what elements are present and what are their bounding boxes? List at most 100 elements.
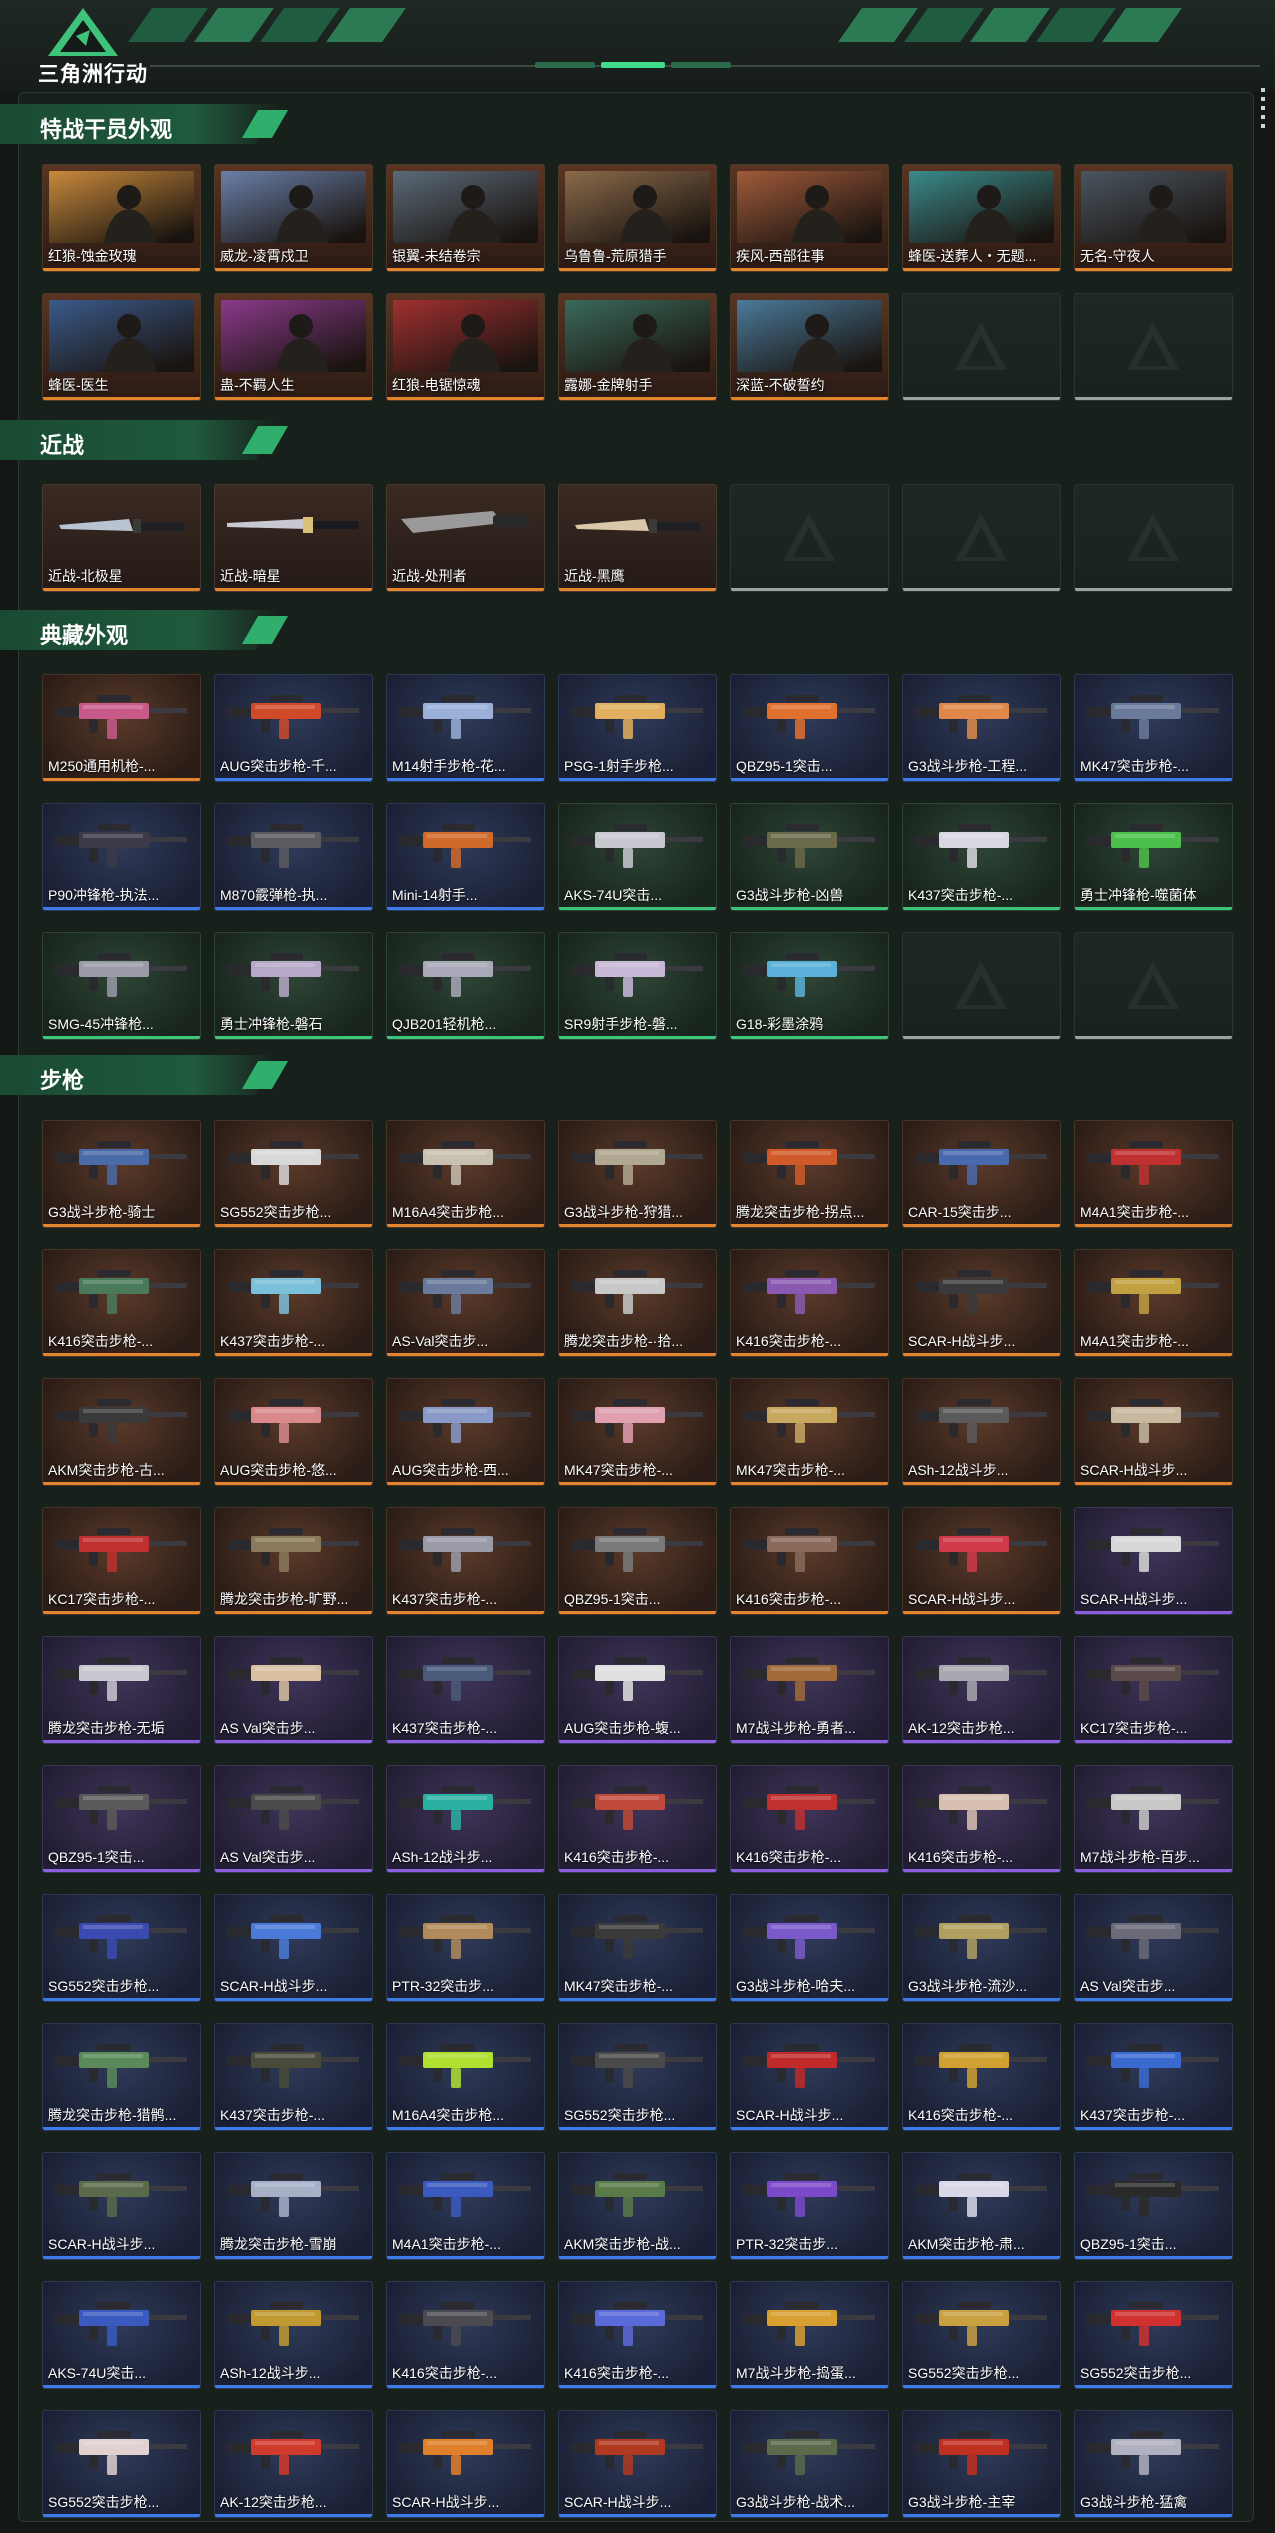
item-card[interactable]: ASh-12战斗步...	[214, 2281, 373, 2389]
item-card[interactable]: AK-12突击步枪...	[214, 2410, 373, 2518]
item-card[interactable]: SG552突击步枪...	[214, 1120, 373, 1228]
item-card[interactable]: MK47突击步枪-...	[1074, 674, 1233, 782]
item-card[interactable]: K437突击步枪-...	[1074, 2023, 1233, 2131]
item-card[interactable]: SG552突击步枪...	[1074, 2281, 1233, 2389]
item-card[interactable]: G18-彩墨涂鸦	[730, 932, 889, 1040]
item-card[interactable]: PTR-32突击步...	[730, 2152, 889, 2260]
item-card[interactable]: G3战斗步枪-骑士	[42, 1120, 201, 1228]
item-card[interactable]: SCAR-H战斗步...	[42, 2152, 201, 2260]
item-card[interactable]: AKM突击步枪-战...	[558, 2152, 717, 2260]
item-card[interactable]: AUG突击步枪-西...	[386, 1378, 545, 1486]
item-card[interactable]: K416突击步枪-...	[902, 1765, 1061, 1873]
item-card[interactable]: K416突击步枪-...	[558, 2281, 717, 2389]
item-card[interactable]: M870霰弹枪-执...	[214, 803, 373, 911]
item-card[interactable]: 近战-处刑者	[386, 484, 545, 592]
item-card[interactable]: AS Val突击步...	[214, 1636, 373, 1744]
item-card[interactable]: SCAR-H战斗步...	[902, 1507, 1061, 1615]
item-card[interactable]: MK47突击步枪-...	[558, 1378, 717, 1486]
item-card[interactable]: K416突击步枪-...	[42, 1249, 201, 1357]
page-indicator[interactable]	[535, 62, 731, 68]
item-card[interactable]: SCAR-H战斗步...	[386, 2410, 545, 2518]
item-card[interactable]: MK47突击步枪-...	[558, 1894, 717, 2002]
item-card[interactable]: MK47突击步枪-...	[730, 1378, 889, 1486]
item-card[interactable]: AKS-74U突击...	[558, 803, 717, 911]
item-card[interactable]: M14射手步枪-花...	[386, 674, 545, 782]
item-card[interactable]: SMG-45冲锋枪...	[42, 932, 201, 1040]
item-card[interactable]: P90冲锋枪-执法...	[42, 803, 201, 911]
item-card[interactable]: K437突击步枪-...	[902, 803, 1061, 911]
item-card[interactable]: SCAR-H战斗步...	[214, 1894, 373, 2002]
item-card[interactable]: AS Val突击步...	[1074, 1894, 1233, 2002]
item-card[interactable]: AS-Val突击步...	[386, 1249, 545, 1357]
item-card[interactable]: SG552突击步枪...	[902, 2281, 1061, 2389]
item-card[interactable]: 红狼-蚀金玫瑰	[42, 164, 201, 272]
item-card[interactable]: QBZ95-1突击...	[730, 674, 889, 782]
item-card[interactable]: PSG-1射手步枪...	[558, 674, 717, 782]
item-card[interactable]: CAR-15突击步...	[902, 1120, 1061, 1228]
item-card[interactable]: AUG突击步枪-千...	[214, 674, 373, 782]
item-card[interactable]: K416突击步枪-...	[730, 1507, 889, 1615]
item-card[interactable]: SCAR-H战斗步...	[1074, 1378, 1233, 1486]
item-card[interactable]: SG552突击步枪...	[42, 2410, 201, 2518]
item-card[interactable]: AKM突击步枪-肃...	[902, 2152, 1061, 2260]
item-card[interactable]: K437突击步枪-...	[214, 2023, 373, 2131]
item-card[interactable]: 腾龙突击步枪-旷野...	[214, 1507, 373, 1615]
item-card[interactable]: 露娜-金牌射手	[558, 293, 717, 401]
item-card[interactable]: KC17突击步枪-...	[1074, 1636, 1233, 1744]
item-card[interactable]: 腾龙突击步枪-雪崩	[214, 2152, 373, 2260]
item-card[interactable]: G3战斗步枪-主宰	[902, 2410, 1061, 2518]
item-card[interactable]: 近战-黑鹰	[558, 484, 717, 592]
item-card[interactable]: SCAR-H战斗步...	[1074, 1507, 1233, 1615]
item-card[interactable]: 近战-暗星	[214, 484, 373, 592]
item-card[interactable]: QJB201轻机枪...	[386, 932, 545, 1040]
item-card[interactable]: M4A1突击步枪-...	[1074, 1249, 1233, 1357]
item-card[interactable]: M7战斗步枪-百步...	[1074, 1765, 1233, 1873]
item-card[interactable]: K416突击步枪-...	[386, 2281, 545, 2389]
item-card[interactable]: K416突击步枪-...	[902, 2023, 1061, 2131]
item-card[interactable]: 乌鲁鲁-荒原猎手	[558, 164, 717, 272]
item-card[interactable]: 腾龙突击步枪-猎鹘...	[42, 2023, 201, 2131]
item-card[interactable]: AK-12突击步枪...	[902, 1636, 1061, 1744]
item-card[interactable]: G3战斗步枪-工程...	[902, 674, 1061, 782]
item-card[interactable]: SR9射手步枪-磐...	[558, 932, 717, 1040]
item-card[interactable]: M7战斗步枪-捣蛋...	[730, 2281, 889, 2389]
item-card[interactable]: SCAR-H战斗步...	[558, 2410, 717, 2518]
item-card[interactable]: ASh-12战斗步...	[902, 1378, 1061, 1486]
item-card[interactable]: G3战斗步枪-猛禽	[1074, 2410, 1233, 2518]
item-card[interactable]: M4A1突击步枪-...	[1074, 1120, 1233, 1228]
item-card[interactable]: G3战斗步枪-战术...	[730, 2410, 889, 2518]
item-card[interactable]: K437突击步枪-...	[386, 1636, 545, 1744]
item-card[interactable]: 威龙-凌霄戍卫	[214, 164, 373, 272]
item-card[interactable]: K416突击步枪-...	[730, 1765, 889, 1873]
item-card[interactable]: AS Val突击步...	[214, 1765, 373, 1873]
item-card[interactable]: QBZ95-1突击...	[558, 1507, 717, 1615]
item-card[interactable]: SG552突击步枪...	[558, 2023, 717, 2131]
item-card[interactable]: QBZ95-1突击...	[42, 1765, 201, 1873]
item-card[interactable]: SCAR-H战斗步...	[730, 2023, 889, 2131]
item-card[interactable]: K416突击步枪-...	[730, 1249, 889, 1357]
item-card[interactable]: 腾龙突击步枪-·拾...	[558, 1249, 717, 1357]
item-card[interactable]: 勇士冲锋枪-噬菌体	[1074, 803, 1233, 911]
item-card[interactable]: M16A4突击步枪...	[386, 2023, 545, 2131]
item-card[interactable]: M4A1突击步枪-...	[386, 2152, 545, 2260]
item-card[interactable]: G3战斗步枪-凶兽	[730, 803, 889, 911]
item-card[interactable]: K416突击步枪-...	[558, 1765, 717, 1873]
item-card[interactable]: 蜂医-医生	[42, 293, 201, 401]
item-card[interactable]: G3战斗步枪-狩猎...	[558, 1120, 717, 1228]
item-card[interactable]: AUG突击步枪-悠...	[214, 1378, 373, 1486]
item-card[interactable]: K437突击步枪-...	[214, 1249, 373, 1357]
item-card[interactable]: Mini-14射手...	[386, 803, 545, 911]
item-card[interactable]: 深蓝-不破誓约	[730, 293, 889, 401]
item-card[interactable]: K437突击步枪-...	[386, 1507, 545, 1615]
item-card[interactable]: M7战斗步枪-勇者...	[730, 1636, 889, 1744]
item-card[interactable]: 腾龙突击步枪-无垢	[42, 1636, 201, 1744]
item-card[interactable]: M250通用机枪-...	[42, 674, 201, 782]
item-card[interactable]: 疾风-西部往事	[730, 164, 889, 272]
item-card[interactable]: AKS-74U突击...	[42, 2281, 201, 2389]
item-card[interactable]: 勇士冲锋枪-磐石	[214, 932, 373, 1040]
item-card[interactable]: 蜂医-送葬人・无题...	[902, 164, 1061, 272]
item-card[interactable]: 银翼-未结卷宗	[386, 164, 545, 272]
item-card[interactable]: 红狼-电锯惊魂	[386, 293, 545, 401]
item-card[interactable]: M16A4突击步枪...	[386, 1120, 545, 1228]
item-card[interactable]: PTR-32突击步...	[386, 1894, 545, 2002]
